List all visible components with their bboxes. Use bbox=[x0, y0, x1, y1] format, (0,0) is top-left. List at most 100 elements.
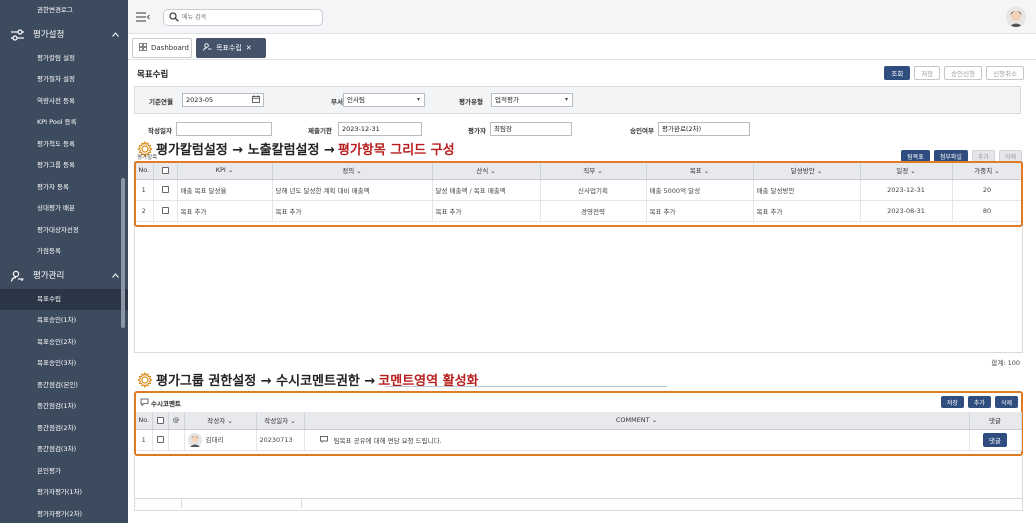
col-date[interactable]: 작성일자 ⌄ bbox=[256, 412, 305, 430]
sidebar-item-evaluator[interactable]: 평가자 등록 bbox=[0, 177, 128, 199]
sidebar-group-eval-settings[interactable]: 평가설정 bbox=[0, 22, 128, 48]
sidebar-item-goal-approval-1[interactable]: 목표승인(1차) bbox=[0, 310, 128, 332]
request-approval-button[interactable]: 승인신청 bbox=[944, 66, 983, 80]
sidebar-item-eval-scale[interactable]: 평가척도 등록 bbox=[0, 134, 128, 156]
cell-author[interactable]: 김대리 bbox=[184, 429, 257, 451]
comment-icon bbox=[319, 435, 330, 445]
checkbox[interactable] bbox=[161, 166, 169, 174]
cell-formula[interactable]: 달성 매출액 / 목표 매출액 bbox=[432, 179, 541, 201]
user-avatar[interactable] bbox=[1006, 7, 1026, 27]
sidebar-item-evaluator-eval-1[interactable]: 평가자평가(1차) bbox=[0, 482, 128, 504]
col-comment[interactable]: COMMENT ⌄ bbox=[304, 412, 970, 430]
sidebar-item-kpi-pool[interactable]: KPI Pool 등록 bbox=[0, 112, 128, 134]
sidebar-item-competency-dict[interactable]: 역량사전 등록 bbox=[0, 91, 128, 113]
cell-weight[interactable]: 20 bbox=[952, 179, 1023, 201]
checkbox[interactable] bbox=[156, 416, 164, 424]
due-date-field[interactable]: 2023-12-31 bbox=[338, 122, 422, 136]
sidebar-item-midcheck-self[interactable]: 중간점검(본인) bbox=[0, 375, 128, 397]
sidebar-item-bonus-points[interactable]: 가점등록 bbox=[0, 241, 128, 263]
calendar-icon[interactable] bbox=[252, 95, 260, 107]
sidebar-scrollbar[interactable] bbox=[121, 178, 125, 328]
comment-row[interactable]: 1 김대리 20230713 팀목표 공유에 대해 면담 요청 드립니다. 댓글 bbox=[136, 429, 1022, 451]
comment-save-button[interactable]: 저장 bbox=[940, 396, 964, 408]
col-plan[interactable]: 달성방안 ⌄ bbox=[753, 162, 861, 180]
write-date-field[interactable] bbox=[176, 122, 272, 136]
checkbox[interactable] bbox=[161, 186, 169, 193]
comment-section: 수시코멘트 저장 추가 삭제 No. @ 작성자 ⌄ 작성일자 ⌄ COMMEN… bbox=[134, 391, 1023, 456]
sidebar-item-permission-log[interactable]: 권한변경로그 bbox=[0, 0, 128, 22]
sidebar-item-midcheck-1[interactable]: 중간점검(1차) bbox=[0, 396, 128, 418]
col-kpi[interactable]: KPI ⌄ bbox=[177, 162, 273, 180]
cell-job[interactable]: 신사업기획 bbox=[540, 179, 647, 201]
cell-definition[interactable]: 당해 년도 달성한 계획 대비 매출액 bbox=[272, 179, 433, 201]
base-month-value: 2023-05 bbox=[186, 96, 214, 104]
menu-toggle-icon[interactable] bbox=[136, 12, 150, 22]
cell-comment[interactable]: 팀목표 공유에 대해 면담 요청 드립니다. bbox=[304, 429, 970, 451]
sidebar-item-column-settings[interactable]: 평가칼럼 설정 bbox=[0, 48, 128, 70]
filter-row-2: 작성일자 제출기한 2023-12-31 평가자 최팀장 승인여부 평가완료(2… bbox=[134, 118, 1021, 138]
section-divider bbox=[385, 386, 667, 387]
sidebar-item-procedure-settings[interactable]: 평가절차 설정 bbox=[0, 69, 128, 91]
sidebar-item-target-select[interactable]: 평가대상자선정 bbox=[0, 220, 128, 242]
sidebar-item-goal-approval-3[interactable]: 목표승인(3차) bbox=[0, 353, 128, 375]
checkbox[interactable] bbox=[156, 436, 164, 443]
checkbox[interactable] bbox=[161, 207, 169, 214]
sidebar-item-evaluator-eval-2[interactable]: 평가자평가(2차) bbox=[0, 504, 128, 523]
cell-plan[interactable]: 목표 추가 bbox=[753, 200, 861, 222]
approval-status-field[interactable]: 평가완료(2차) bbox=[658, 122, 750, 136]
save-button[interactable]: 저장 bbox=[914, 66, 941, 80]
comment-add-button[interactable]: 추가 bbox=[967, 396, 991, 408]
eval-type-value: 업적평가 bbox=[495, 96, 519, 104]
cell-plan[interactable]: 매출 달성방안 bbox=[753, 179, 861, 201]
close-icon[interactable]: ✕ bbox=[246, 44, 252, 52]
table-row[interactable]: 1 매출 목표 달성율 당해 년도 달성한 계획 대비 매출액 달성 매출액 /… bbox=[135, 179, 1023, 201]
sidebar-item-midcheck-2[interactable]: 중간점검(2차) bbox=[0, 418, 128, 440]
reply-button[interactable]: 댓글 bbox=[983, 432, 1007, 447]
cell-formula[interactable]: 목표 추가 bbox=[432, 200, 541, 222]
cell-select[interactable] bbox=[153, 179, 178, 201]
sidebar-item-goal-setting[interactable]: 목표수립 bbox=[0, 288, 128, 310]
cell-select[interactable] bbox=[153, 200, 178, 222]
cell-reply[interactable]: 댓글 bbox=[969, 429, 1022, 451]
col-definition[interactable]: 정의 ⌄ bbox=[272, 162, 433, 180]
cell-definition[interactable]: 목표 추가 bbox=[272, 200, 433, 222]
cell-weight[interactable]: 80 bbox=[952, 200, 1023, 222]
tab-dashboard[interactable]: Dashboard bbox=[132, 38, 192, 58]
sidebar-item-goal-approval-2[interactable]: 목표승인(2차) bbox=[0, 332, 128, 354]
base-month-field[interactable]: 2023-05 bbox=[182, 93, 264, 107]
dept-select[interactable]: 인사팀 ▾ bbox=[343, 93, 425, 107]
caret-down-icon: ▾ bbox=[564, 96, 568, 103]
cell-kpi[interactable]: 매출 목표 달성율 bbox=[177, 179, 273, 201]
search-button[interactable]: 조회 bbox=[884, 66, 911, 80]
sidebar-item-midcheck-3[interactable]: 중간점검(3차) bbox=[0, 439, 128, 461]
table-row[interactable]: 2 목표 추가 목표 추가 목표 추가 경영전략 목표 추가 목표 추가 202… bbox=[135, 200, 1023, 222]
cell-schedule[interactable]: 2023-08-31 bbox=[860, 200, 953, 222]
cell-schedule[interactable]: 2023-12-31 bbox=[860, 179, 953, 201]
eval-type-label: 평가유형 bbox=[459, 98, 483, 106]
cell-goal[interactable]: 목표 추가 bbox=[646, 200, 754, 222]
cell-job[interactable]: 경영전략 bbox=[540, 200, 647, 222]
cell-goal[interactable]: 매출 5000억 달성 bbox=[646, 179, 754, 201]
col-formula[interactable]: 산식 ⌄ bbox=[432, 162, 541, 180]
col-author[interactable]: 작성자 ⌄ bbox=[184, 412, 257, 430]
sidebar-group-eval-management[interactable]: 평가관리 bbox=[0, 263, 128, 289]
tab-bar: Dashboard 목표수립 ✕ bbox=[128, 34, 1036, 60]
menu-search-input[interactable] bbox=[182, 12, 312, 23]
sidebar-item-self-eval[interactable]: 본인평가 bbox=[0, 461, 128, 483]
sidebar-item-eval-group[interactable]: 평가그룹 등록 bbox=[0, 155, 128, 177]
cell-kpi[interactable]: 목표 추가 bbox=[177, 200, 273, 222]
sidebar-item-relative-eval[interactable]: 상대평가 배분 bbox=[0, 198, 128, 220]
tab-goal-setting[interactable]: 목표수립 ✕ bbox=[196, 38, 266, 58]
cancel-request-button[interactable]: 신청취소 bbox=[986, 66, 1024, 80]
approval-status-label: 승인여부 bbox=[630, 127, 654, 135]
comment-delete-button[interactable]: 삭제 bbox=[994, 396, 1018, 408]
eval-type-select[interactable]: 업적평가 ▾ bbox=[491, 93, 573, 107]
col-job[interactable]: 직무 ⌄ bbox=[540, 162, 647, 180]
cell-select[interactable] bbox=[152, 429, 169, 451]
col-select-all[interactable] bbox=[152, 412, 169, 430]
col-weight[interactable]: 가중치 ⌄ bbox=[952, 162, 1023, 180]
col-schedule[interactable]: 일정 ⌄ bbox=[860, 162, 953, 180]
col-select-all[interactable] bbox=[153, 162, 178, 180]
col-goal[interactable]: 목표 ⌄ bbox=[646, 162, 754, 180]
evaluator-field[interactable]: 최팀장 bbox=[490, 122, 572, 136]
